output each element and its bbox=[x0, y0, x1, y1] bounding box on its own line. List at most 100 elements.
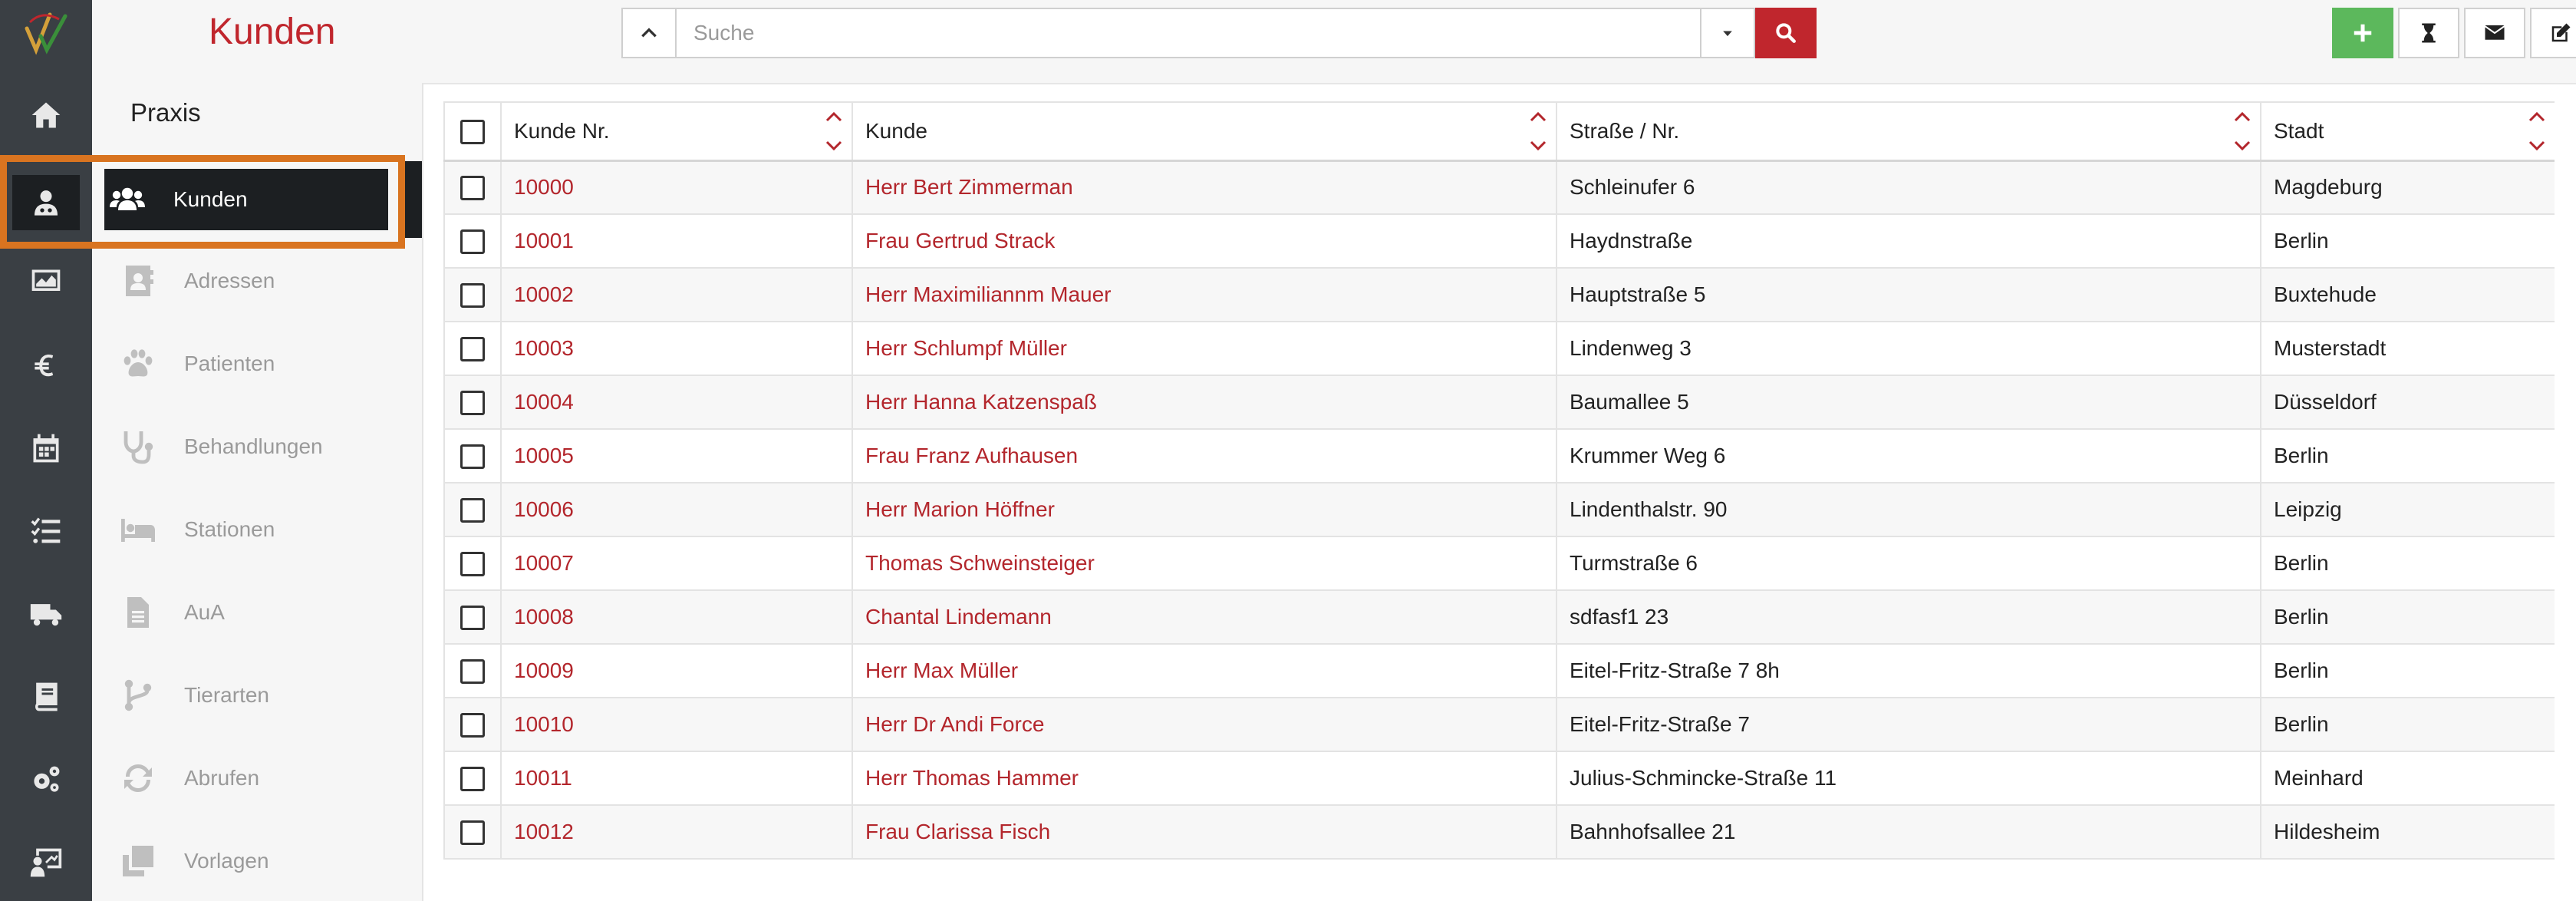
table-row[interactable]: 10008 Chantal Lindemann sdfasf1 23 Berlin bbox=[443, 589, 2555, 645]
subnav-item-patienten[interactable]: Patienten bbox=[115, 333, 407, 394]
rail-euro[interactable] bbox=[0, 335, 92, 396]
collapse-filter-button[interactable] bbox=[621, 8, 677, 58]
row-checkbox[interactable] bbox=[460, 766, 485, 791]
address-book-icon bbox=[126, 266, 153, 296]
row-checkbox[interactable] bbox=[460, 336, 485, 361]
city-cell: Berlin bbox=[2260, 536, 2555, 591]
city-cell: Düsseldorf bbox=[2260, 375, 2555, 430]
table-row[interactable]: 10000 Herr Bert Zimmerman Schleinufer 6 Mag… bbox=[443, 160, 2555, 215]
envelope-icon bbox=[2485, 25, 2505, 40]
sort-icon[interactable] bbox=[2525, 107, 2548, 155]
street-cell: Schleinufer 6 bbox=[1556, 160, 2261, 215]
customer-number-link[interactable]: 10011 bbox=[514, 766, 572, 790]
customer-name-link[interactable]: Herr Max Müller bbox=[865, 658, 1018, 682]
column-header-stadt[interactable]: Stadt bbox=[2260, 101, 2555, 162]
row-checkbox[interactable] bbox=[460, 605, 485, 630]
table-row[interactable]: 10006 Herr Marion Höffner Lindenthalstr. 9… bbox=[443, 482, 2555, 537]
customer-name-link[interactable]: Thomas Schweinsteiger bbox=[865, 551, 1095, 575]
customer-number-link[interactable]: 10001 bbox=[514, 229, 574, 252]
row-checkbox[interactable] bbox=[460, 229, 485, 254]
table-row[interactable]: 10003 Herr Schlumpf Müller Lindenweg 3 Must… bbox=[443, 321, 2555, 376]
customer-number-link[interactable]: 10012 bbox=[514, 820, 574, 843]
rail-monitor[interactable] bbox=[0, 252, 92, 313]
customer-number-link[interactable]: 10007 bbox=[514, 551, 574, 575]
table-row[interactable]: 10001 Frau Gertrud Strack Haydnstraße Berli… bbox=[443, 213, 2555, 269]
customer-name-link[interactable]: Herr Thomas Hammer bbox=[865, 766, 1079, 790]
customer-name-link[interactable]: Chantal Lindemann bbox=[865, 605, 1052, 629]
subnav-item-vorlagen[interactable]: Vorlagen bbox=[115, 830, 407, 892]
rail-home[interactable] bbox=[0, 84, 92, 146]
subnav-item-aua[interactable]: AuA bbox=[115, 582, 407, 643]
add-button[interactable] bbox=[2332, 8, 2393, 58]
customer-number-link[interactable]: 10008 bbox=[514, 605, 574, 629]
city-cell: Leipzig bbox=[2260, 482, 2555, 537]
table-row[interactable]: 10010 Herr Dr Andi Force Eitel-Fritz-Straß… bbox=[443, 697, 2555, 752]
customer-number-link[interactable]: 10005 bbox=[514, 444, 574, 467]
table-row[interactable]: 10011 Herr Thomas Hammer Julius-Schmincke-… bbox=[443, 751, 2555, 806]
column-header-kunde[interactable]: Kunde bbox=[852, 101, 1557, 162]
subnav-item-kunden[interactable]: Kunden bbox=[104, 169, 388, 230]
subnav-item-tierarten[interactable]: Tierarten bbox=[115, 665, 407, 726]
table-row[interactable]: 10012 Frau Clarissa Fisch Bahnhofsallee 21… bbox=[443, 804, 2555, 860]
customer-name-link[interactable]: Frau Franz Aufhausen bbox=[865, 444, 1078, 467]
rail-praxis[interactable] bbox=[0, 172, 92, 233]
row-checkbox[interactable] bbox=[460, 444, 485, 469]
column-header-kunde-nr[interactable]: Kunde Nr. bbox=[500, 101, 853, 162]
app-logo[interactable] bbox=[0, 0, 92, 64]
hourglass-button[interactable] bbox=[2398, 8, 2459, 58]
customer-name-link[interactable]: Herr Hanna Katzenspaß bbox=[865, 390, 1097, 414]
city-cell: Musterstadt bbox=[2260, 321, 2555, 376]
customer-number-link[interactable]: 10004 bbox=[514, 390, 574, 414]
select-all-checkbox[interactable] bbox=[460, 119, 485, 144]
customer-number-link[interactable]: 10009 bbox=[514, 658, 574, 682]
column-header-strasse[interactable]: Straße / Nr. bbox=[1556, 101, 2261, 162]
mail-button[interactable] bbox=[2464, 8, 2525, 58]
table-row[interactable]: 10007 Thomas Schweinsteiger Turmstraße 6 Be… bbox=[443, 536, 2555, 591]
customer-number-link[interactable]: 10006 bbox=[514, 497, 574, 521]
edit-button[interactable] bbox=[2530, 8, 2576, 58]
truck-icon bbox=[30, 604, 62, 626]
customer-name-link[interactable]: Herr Bert Zimmerman bbox=[865, 175, 1073, 199]
subnav-item-abrufen[interactable]: Abrufen bbox=[115, 748, 407, 809]
row-checkbox[interactable] bbox=[460, 282, 485, 308]
table-row[interactable]: 10005 Frau Franz Aufhausen Krummer Weg 6 Be… bbox=[443, 428, 2555, 484]
table-row[interactable]: 10004 Herr Hanna Katzenspaß Baumallee 5 Düs… bbox=[443, 375, 2555, 430]
rail-settings[interactable] bbox=[0, 749, 92, 810]
customer-number-link[interactable]: 10000 bbox=[514, 175, 574, 199]
icon-rail bbox=[0, 0, 92, 901]
row-checkbox[interactable] bbox=[460, 658, 485, 684]
user-doctor-icon bbox=[35, 190, 58, 216]
customer-number-link[interactable]: 10002 bbox=[514, 282, 574, 306]
customer-number-link[interactable]: 10003 bbox=[514, 336, 574, 360]
rail-presentation[interactable] bbox=[0, 832, 92, 893]
rail-delivery[interactable] bbox=[0, 583, 92, 645]
row-checkbox[interactable] bbox=[460, 390, 485, 415]
customer-name-link[interactable]: Herr Schlumpf Müller bbox=[865, 336, 1067, 360]
search-button[interactable] bbox=[1755, 8, 1817, 58]
customer-name-link[interactable]: Herr Marion Höffner bbox=[865, 497, 1055, 521]
search-options-dropdown[interactable] bbox=[1701, 8, 1755, 58]
sort-icon[interactable] bbox=[1527, 107, 1550, 155]
row-checkbox[interactable] bbox=[460, 551, 485, 576]
customer-number-link[interactable]: 10010 bbox=[514, 712, 574, 736]
customer-name-link[interactable]: Herr Dr Andi Force bbox=[865, 712, 1044, 736]
street-cell: Krummer Weg 6 bbox=[1556, 428, 2261, 484]
sort-icon[interactable] bbox=[2231, 107, 2254, 155]
row-checkbox[interactable] bbox=[460, 497, 485, 523]
customer-name-link[interactable]: Herr Maximiliannm Mauer bbox=[865, 282, 1112, 306]
subnav-item-stationen[interactable]: Stationen bbox=[115, 499, 407, 560]
rail-book[interactable] bbox=[0, 666, 92, 728]
row-checkbox[interactable] bbox=[460, 820, 485, 845]
sort-icon[interactable] bbox=[822, 107, 845, 155]
subnav-item-behandlungen[interactable]: Behandlungen bbox=[115, 416, 407, 477]
row-checkbox[interactable] bbox=[460, 712, 485, 738]
customer-name-link[interactable]: Frau Clarissa Fisch bbox=[865, 820, 1050, 843]
table-row[interactable]: 10009 Herr Max Müller Eitel-Fritz-Straße 7… bbox=[443, 643, 2555, 698]
subnav-item-adressen[interactable]: Adressen bbox=[115, 250, 407, 312]
rail-calendar[interactable] bbox=[0, 417, 92, 479]
row-checkbox[interactable] bbox=[460, 176, 485, 201]
search-input[interactable] bbox=[677, 8, 1701, 58]
customer-name-link[interactable]: Frau Gertrud Strack bbox=[865, 229, 1055, 252]
table-row[interactable]: 10002 Herr Maximiliannm Mauer Hauptstraße … bbox=[443, 267, 2555, 322]
rail-tasks[interactable] bbox=[0, 500, 92, 562]
